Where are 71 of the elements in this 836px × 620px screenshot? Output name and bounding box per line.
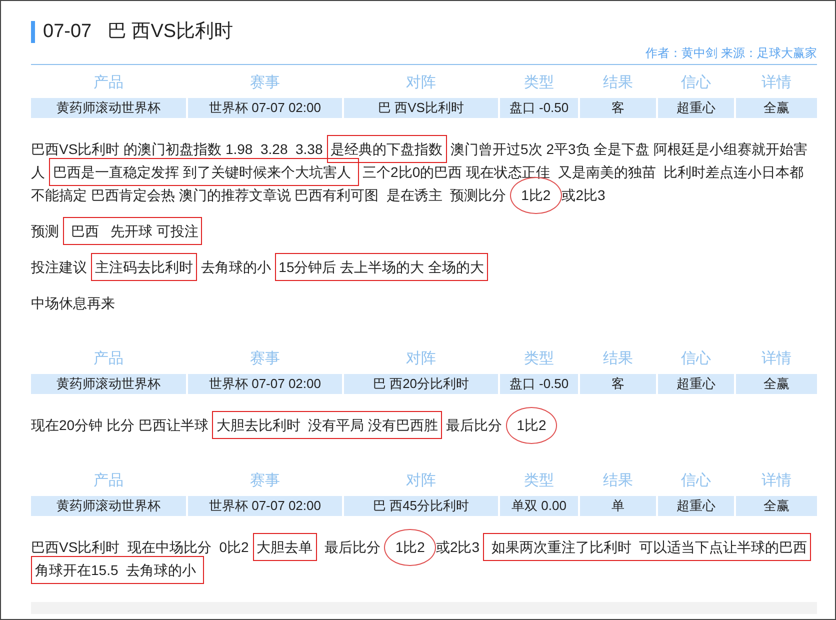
page-title: 07-07 巴 西VS比利时 bbox=[43, 20, 234, 44]
analysis-text: 巴西VS比利时 的澳门初盘指数 1.98 3.28 3.38 bbox=[31, 141, 324, 157]
annotation-circle: 1比2 bbox=[506, 407, 558, 444]
analysis-text: 现在20分钟 比分 巴西让半球 bbox=[31, 417, 210, 433]
column-header: 产品 bbox=[92, 349, 124, 369]
annotation-box: 角球开在15.5 去角球的小 bbox=[31, 556, 204, 584]
analysis-text: 人 bbox=[31, 164, 46, 180]
column-header: 赛事 bbox=[249, 471, 281, 491]
analysis-text: 澳门曾开过5次 2平3负 全是下盘 阿根廷是小组赛就开始害 bbox=[450, 141, 808, 157]
table-cell: 全赢 bbox=[736, 496, 817, 516]
analysis-text: 最后比分 bbox=[444, 417, 503, 433]
column-header: 详情 bbox=[760, 349, 792, 369]
column-header: 类型 bbox=[523, 349, 555, 369]
title-accent-bar bbox=[31, 21, 35, 43]
column-header: 详情 bbox=[760, 471, 792, 491]
column-header: 产品 bbox=[92, 73, 124, 93]
analysis-text: 巴西VS比利时 现在中场比分 0比2 bbox=[31, 539, 250, 555]
column-header: 类型 bbox=[523, 73, 555, 93]
annotation-box: 大胆去比利时 没有平局 没有巴西胜 bbox=[212, 411, 442, 439]
byline: 作者：黄中剑 来源：足球大赢家 bbox=[646, 45, 817, 62]
column-header: 类型 bbox=[523, 471, 555, 491]
analysis-text: 投注建议 bbox=[31, 259, 88, 275]
annotation-box: 巴西是一直稳定发挥 到了关键时候来个大坑害人 bbox=[48, 158, 359, 186]
analysis-text: 去角球的小 bbox=[200, 259, 272, 275]
annotation-box: 巴西 先开球 可投注 bbox=[62, 217, 202, 245]
analysis-text: 不能搞定 巴西肯定会热 澳门的推荐文章说 巴西有利可图 是在诱主 预测比分 bbox=[31, 187, 508, 203]
analysis-text: 三个2比0的巴西 现在状态正佳 又是南美的独苗 比利时差点连小日本都 bbox=[362, 164, 804, 180]
annotation-box: 15分钟后 去上半场的大 全场的大 bbox=[274, 253, 488, 281]
table-cell: 黄药师滚动世界杯 bbox=[31, 98, 186, 118]
annotation-box: 主注码去比利时 bbox=[90, 253, 197, 281]
table-cell: 单双 0.00 bbox=[500, 496, 578, 516]
table-cell: 黄药师滚动世界杯 bbox=[31, 374, 186, 394]
analysis-text: 最后比分 bbox=[323, 539, 382, 555]
analysis-text: 或2比3 bbox=[436, 539, 481, 555]
table-cell: 世界杯 07-07 02:00 bbox=[188, 98, 342, 118]
column-header: 产品 bbox=[92, 471, 124, 491]
table-cell: 盘口 -0.50 bbox=[500, 98, 578, 118]
column-header: 结果 bbox=[602, 471, 634, 491]
table-cell: 巴 西20分比利时 bbox=[344, 374, 498, 394]
column-header: 赛事 bbox=[249, 73, 281, 93]
column-header: 详情 bbox=[760, 73, 792, 93]
column-header: 信心 bbox=[680, 73, 712, 93]
column-header: 结果 bbox=[602, 349, 634, 369]
table-cell: 超重心 bbox=[658, 496, 734, 516]
table-cell: 单 bbox=[580, 496, 656, 516]
table-cell: 超重心 bbox=[658, 98, 734, 118]
column-header: 结果 bbox=[602, 73, 634, 93]
table-cell: 全赢 bbox=[736, 98, 817, 118]
table-cell: 客 bbox=[580, 98, 656, 118]
annotation-box: 是经典的下盘指数 bbox=[326, 135, 447, 163]
column-header: 赛事 bbox=[249, 349, 281, 369]
column-header: 对阵 bbox=[405, 471, 437, 491]
table-cell: 巴 西VS比利时 bbox=[344, 98, 498, 118]
analysis-text: 预测 bbox=[31, 223, 60, 239]
analysis-text: 或2比3 bbox=[562, 187, 606, 203]
table-cell: 黄药师滚动世界杯 bbox=[31, 496, 186, 516]
column-header: 对阵 bbox=[405, 73, 437, 93]
table-cell: 全赢 bbox=[736, 374, 817, 394]
column-header: 信心 bbox=[680, 471, 712, 491]
table-cell: 世界杯 07-07 02:00 bbox=[188, 496, 342, 516]
analysis-text: 中场休息再来 bbox=[31, 295, 115, 311]
annotation-box: 如果两次重注了比利时 可以适当下点让半球的巴西 bbox=[483, 533, 812, 561]
table-cell: 超重心 bbox=[658, 374, 734, 394]
annotation-circle: 1比2 bbox=[384, 529, 436, 566]
annotation-box: 大胆去单 bbox=[252, 533, 317, 561]
table-cell: 客 bbox=[580, 374, 656, 394]
column-header: 对阵 bbox=[405, 349, 437, 369]
column-header: 信心 bbox=[680, 349, 712, 369]
table-cell: 世界杯 07-07 02:00 bbox=[188, 374, 342, 394]
table-cell: 盘口 -0.50 bbox=[500, 374, 578, 394]
table-cell: 巴 西45分比利时 bbox=[344, 496, 498, 516]
